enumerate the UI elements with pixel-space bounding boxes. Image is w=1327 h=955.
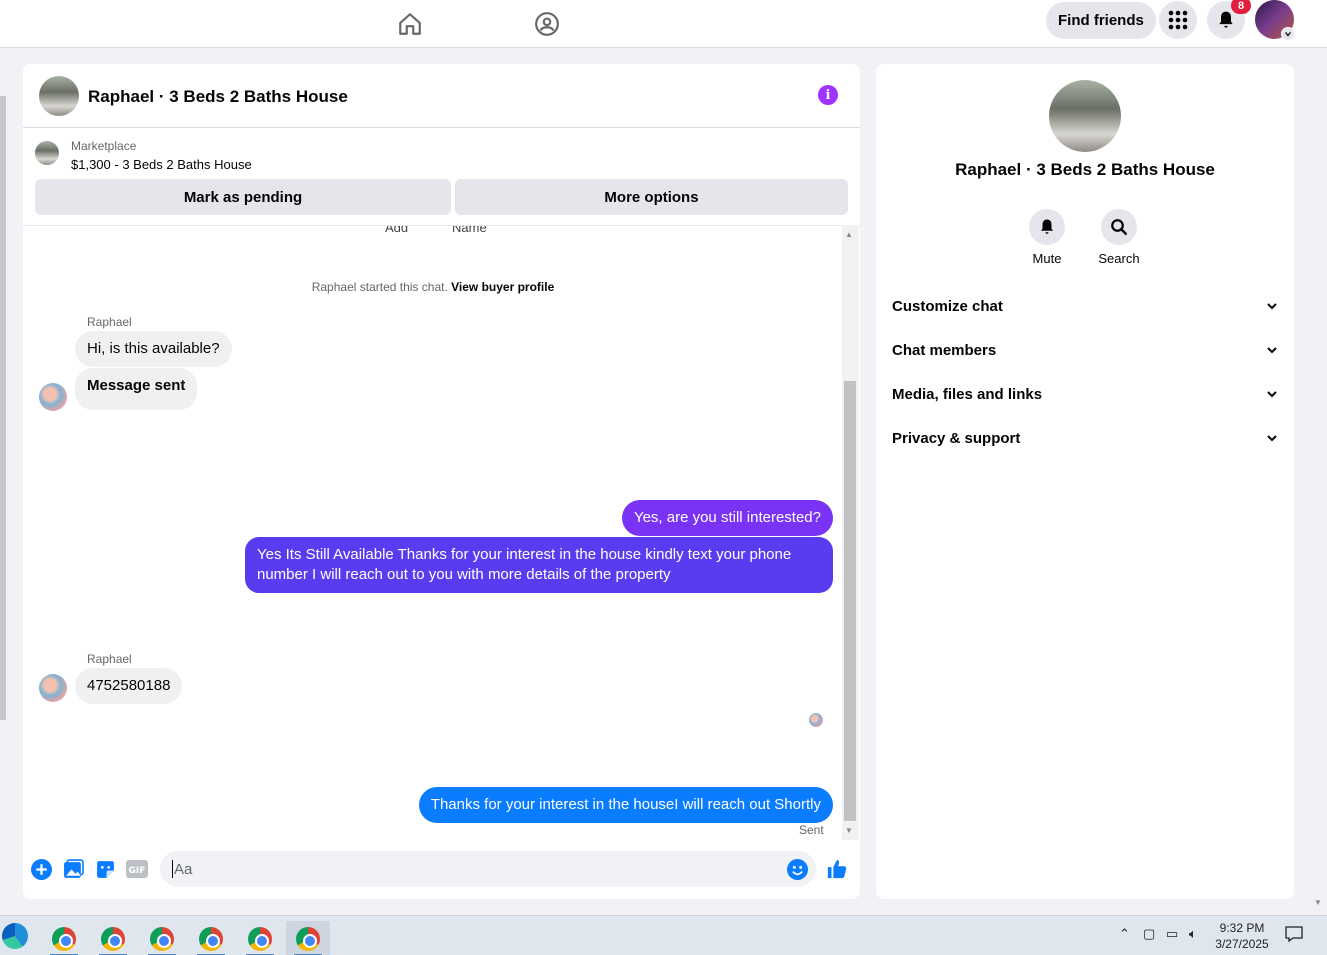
find-friends-button[interactable]: Find friends <box>1046 2 1156 39</box>
page-scroll-down-icon[interactable]: ▼ <box>1314 898 1322 907</box>
customize-chat-row[interactable]: Customize chat <box>892 292 1278 320</box>
message-composer: GIF Aa <box>23 847 860 891</box>
notification-badge: 8 <box>1231 0 1251 14</box>
sender-avatar[interactable] <box>39 674 67 702</box>
cut-off-label: Add <box>385 225 409 235</box>
chrome-window-icon[interactable] <box>189 921 233 955</box>
message-scrollbar-thumb[interactable] <box>844 381 856 821</box>
message-list: Add Name Raphael started this chat. View… <box>23 225 860 840</box>
outgoing-message[interactable]: Thanks for your interest in the houseI w… <box>418 787 833 823</box>
more-options-button[interactable]: More options <box>455 179 848 215</box>
home-icon[interactable] <box>392 6 428 42</box>
network-icon[interactable]: ▭ <box>1166 926 1178 942</box>
message-input[interactable]: Aa <box>160 851 816 887</box>
mute-button[interactable]: Mute <box>1017 209 1077 266</box>
chevron-down-icon <box>1267 435 1277 442</box>
listing-avatar-large[interactable] <box>1049 80 1121 152</box>
listing-avatar[interactable] <box>39 76 79 116</box>
mark-as-pending-button[interactable]: Mark as pending <box>35 179 451 215</box>
incoming-message[interactable]: 4752580188 <box>75 668 183 704</box>
sent-status: Sent <box>799 823 824 837</box>
emoji-icon[interactable] <box>786 858 808 880</box>
top-navigation-bar: Find friends 8 <box>0 0 1327 48</box>
edge-browser-icon[interactable] <box>2 923 28 949</box>
chat-title[interactable]: Raphael · 3 Beds 2 Baths House <box>88 87 348 107</box>
cut-off-label: Name <box>452 225 487 235</box>
view-buyer-profile-link[interactable]: View buyer profile <box>451 280 554 294</box>
incoming-message[interactable]: Hi, is this available? <box>75 331 232 367</box>
notification-center-icon[interactable] <box>1285 926 1303 945</box>
scroll-up-icon[interactable]: ▲ <box>845 230 853 239</box>
details-title: Raphael · 3 Beds 2 Baths House <box>955 160 1215 179</box>
page-scrollbar[interactable] <box>0 96 6 720</box>
listing-price-title[interactable]: $1,300 - 3 Beds 2 Baths House <box>71 157 252 172</box>
clock-date: 3/27/2025 <box>1215 937 1269 951</box>
svg-text:GIF: GIF <box>129 866 146 876</box>
chrome-window-icon[interactable] <box>91 921 135 955</box>
section-label: Chat members <box>892 341 997 359</box>
system-clock[interactable]: 9:32 PM 3/27/2025 <box>1210 920 1274 952</box>
media-files-links-row[interactable]: Media, files and links <box>892 380 1278 408</box>
chrome-window-icon-active[interactable] <box>286 921 330 955</box>
search-icon[interactable] <box>1101 209 1137 245</box>
incoming-message[interactable]: Message sent <box>75 368 198 410</box>
tray-overflow-chevron-icon[interactable]: ⌃ <box>1119 926 1130 942</box>
clock-time: 9:32 PM <box>1219 921 1265 935</box>
thumbs-up-icon[interactable] <box>826 858 848 880</box>
chat-members-row[interactable]: Chat members <box>892 336 1278 364</box>
gif-icon[interactable]: GIF <box>126 858 148 880</box>
menu-grid-icon[interactable] <box>1159 1 1197 39</box>
system-text: Raphael started this chat. <box>311 280 448 294</box>
section-label: Privacy & support <box>892 429 1021 447</box>
listing-thumbnail[interactable] <box>35 141 59 165</box>
windows-taskbar: ⌃ ▢ ▭ 🔈︎ 9:32 PM 3/27/2025 <box>0 915 1327 955</box>
chevron-down-icon[interactable] <box>1281 27 1295 41</box>
groups-icon[interactable] <box>529 6 565 42</box>
search-button[interactable]: Search <box>1089 209 1149 266</box>
text-caret <box>172 860 173 878</box>
read-receipt-avatar <box>809 713 823 727</box>
outgoing-message[interactable]: Yes Its Still Available Thanks for your … <box>245 537 833 593</box>
section-label: Media, files and links <box>892 385 1043 403</box>
outgoing-message[interactable]: Yes, are you still interested? <box>621 500 833 536</box>
chat-details-panel: Raphael · 3 Beds 2 Baths House Mute Sear… <box>876 64 1294 899</box>
sticker-icon[interactable] <box>94 858 116 880</box>
chrome-window-icon[interactable] <box>140 921 184 955</box>
chat-panel: Raphael · 3 Beds 2 Baths House i Marketp… <box>23 64 860 899</box>
chrome-window-icon[interactable] <box>238 921 282 955</box>
section-label: Customize chat <box>892 297 1003 315</box>
sender-name: Raphael <box>87 652 132 666</box>
chevron-down-icon <box>1267 391 1277 398</box>
sender-avatar[interactable] <box>39 383 67 411</box>
meet-now-icon[interactable]: ▢ <box>1143 926 1155 942</box>
chat-started-notice: Raphael started this chat. View buyer pr… <box>23 280 843 294</box>
chevron-down-icon <box>1267 303 1277 310</box>
bell-icon[interactable] <box>1029 209 1065 245</box>
chrome-window-icon[interactable] <box>42 921 86 955</box>
info-icon[interactable]: i <box>818 85 838 105</box>
chevron-down-icon <box>1267 347 1277 354</box>
scroll-down-icon[interactable]: ▼ <box>845 826 853 835</box>
plus-circle-icon[interactable] <box>30 858 52 880</box>
volume-icon[interactable]: 🔈︎ <box>1189 926 1197 942</box>
chat-header: Raphael · 3 Beds 2 Baths House i <box>23 64 860 128</box>
marketplace-label: Marketplace <box>71 139 137 153</box>
search-label: Search <box>1098 251 1140 266</box>
mute-label: Mute <box>1032 251 1062 266</box>
message-input-placeholder: Aa <box>174 860 193 878</box>
privacy-support-row[interactable]: Privacy & support <box>892 424 1278 452</box>
sender-name: Raphael <box>87 315 132 329</box>
photo-icon[interactable] <box>62 858 84 880</box>
